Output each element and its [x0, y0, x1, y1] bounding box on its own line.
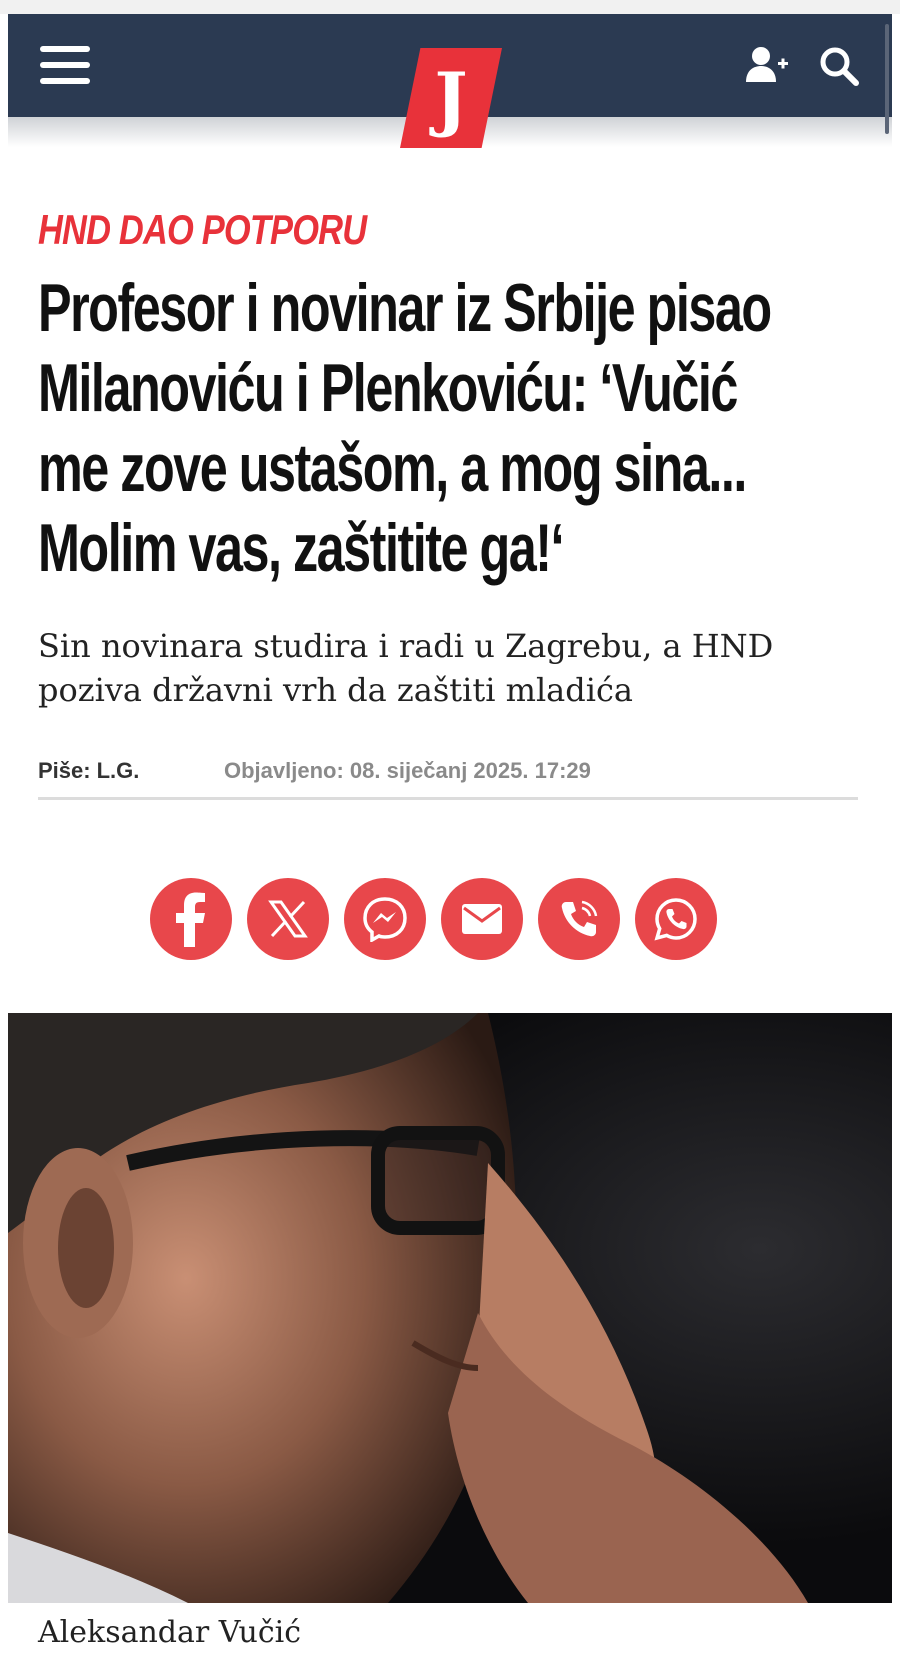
search-icon[interactable]: [818, 46, 864, 90]
headline-line: Milanoviću i Plenkoviću: ‘Vučić: [38, 350, 738, 426]
article-kicker[interactable]: HND DAO POTPORU: [38, 206, 367, 254]
article-photo[interactable]: [8, 1013, 892, 1603]
viber-share-button[interactable]: [538, 878, 620, 960]
share-buttons: [150, 878, 750, 960]
email-share-button[interactable]: [441, 878, 523, 960]
author-name[interactable]: L.G.: [97, 758, 140, 783]
scrollbar[interactable]: [885, 24, 889, 134]
site-logo[interactable]: J: [400, 48, 502, 148]
facebook-icon: [176, 892, 205, 947]
headline-line: me zove ustašom, a mog sina...: [38, 430, 747, 506]
add-user-icon[interactable]: [744, 44, 790, 88]
article-headline: Profesor i novinar iz Srbije pisao Milan…: [38, 268, 815, 588]
x-twitter-icon: [268, 900, 308, 938]
viber-icon: [561, 900, 598, 937]
published-date: Objavljeno: 08. siječanj 2025. 17:29: [224, 758, 591, 783]
facebook-share-button[interactable]: [150, 878, 232, 960]
messenger-icon: [363, 897, 407, 942]
hamburger-menu-icon[interactable]: [40, 46, 92, 86]
photo-caption: Aleksandar Vučić: [38, 1615, 302, 1650]
portrait-photo-image: [8, 1013, 892, 1603]
messenger-share-button[interactable]: [344, 878, 426, 960]
headline-line: Molim vas, zaštitite ga!‘: [38, 510, 565, 586]
headline-line: Profesor i novinar iz Srbije pisao: [38, 270, 772, 346]
author-label: Piše:: [38, 758, 91, 783]
whatsapp-icon: [654, 898, 697, 941]
whatsapp-share-button[interactable]: [635, 878, 717, 960]
article-meta: Piše: L.G. Objavljeno: 08. siječanj 2025.…: [38, 758, 858, 790]
meta-divider: [38, 797, 858, 800]
logo-letter: J: [434, 56, 468, 140]
x-share-button[interactable]: [247, 878, 329, 960]
browser-top-strip: [0, 0, 900, 14]
article-subheading: Sin novinara studira i radi u Zagrebu, a…: [38, 627, 774, 709]
email-icon: [462, 904, 502, 934]
